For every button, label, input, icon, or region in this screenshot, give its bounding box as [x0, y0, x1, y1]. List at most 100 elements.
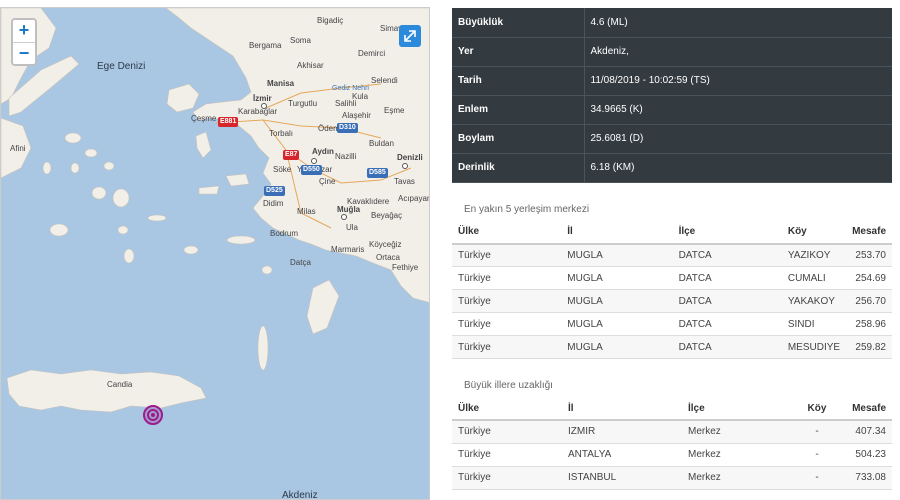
- cell-country: Türkiye: [452, 443, 562, 467]
- map-label-selendi: Selendi: [371, 76, 398, 85]
- map-label-beyagac: Beyağaç: [371, 211, 403, 220]
- map-label-torbali: Torbalı: [269, 129, 294, 138]
- map-label-gediz: Gediz Nehri: [332, 85, 369, 92]
- cell-distance: 254.69: [846, 266, 892, 290]
- cell-village: MESUDIYE: [781, 335, 847, 359]
- cell-province: MUGLA: [561, 266, 673, 290]
- kea-island: [42, 161, 52, 175]
- cell-distance: 253.70: [846, 243, 892, 267]
- info-value: 34.9665 (K): [584, 95, 892, 125]
- column-header-district: İlçe: [682, 397, 792, 421]
- cell-distance: 504.23: [842, 443, 892, 467]
- map-label-fethiye: Fethiye: [392, 263, 419, 272]
- map-label-izmir: İzmir: [253, 94, 272, 103]
- table-header-row: Ülke İl İlçe Köy Mesafe: [452, 397, 892, 421]
- table-row: Türkiye MUGLA DATCA MESUDIYE 259.82: [452, 335, 892, 359]
- map-label-akdeniz: Akdeniz: [282, 490, 318, 500]
- cell-district: DATCA: [672, 312, 782, 336]
- city-marker-izmir: [261, 103, 267, 109]
- cell-province: MUGLA: [561, 335, 673, 359]
- earthquake-marker[interactable]: [143, 405, 163, 425]
- column-header-province: İl: [562, 397, 682, 421]
- cell-district: Merkez: [682, 443, 792, 467]
- column-header-village: Köy: [792, 397, 842, 421]
- karpathos-island: [257, 325, 269, 371]
- major-cities-table: Ülke İl İlçe Köy Mesafe Türkiye IZMIR Me…: [452, 397, 892, 490]
- cell-province: MUGLA: [561, 312, 673, 336]
- map-label-karabaglar: Karabağlar: [238, 107, 278, 116]
- map-label-salihli: Salihli: [335, 99, 357, 108]
- info-row: Boylam 25.6081 (D): [452, 124, 892, 154]
- info-key: Büyüklük: [452, 8, 585, 38]
- cell-province: ANTALYA: [562, 443, 682, 467]
- city-marker-denizli: [402, 163, 408, 169]
- map-label-mugla: Muğla: [337, 205, 361, 214]
- zoom-out-button[interactable]: −: [13, 42, 35, 64]
- cell-province: ISTANBUL: [562, 466, 682, 490]
- table-row: Türkiye MUGLA DATCA SINDI 258.96: [452, 312, 892, 336]
- cell-distance: 407.34: [842, 420, 892, 444]
- zoom-in-button[interactable]: +: [13, 20, 35, 42]
- tinos-island: [84, 148, 98, 158]
- cell-province: MUGLA: [561, 289, 673, 313]
- map-label-milas: Milas: [297, 207, 316, 216]
- map-label-demirci: Demirci: [358, 49, 386, 58]
- milos-island: [49, 223, 69, 237]
- nearest-settlements-table: Ülke İl İlçe Köy Mesafe Türkiye MUGLA DA…: [452, 220, 892, 359]
- map-label-soke: Söke: [273, 165, 292, 174]
- map-label-afini: Afini: [10, 144, 26, 153]
- tilos-island: [261, 265, 273, 275]
- info-key: Tarih: [452, 66, 585, 96]
- city-marker-mugla: [341, 214, 347, 220]
- map-label-akhisar: Akhisar: [297, 61, 324, 70]
- info-row: Büyüklük 4.6 (ML): [452, 8, 892, 38]
- cell-village: -: [792, 466, 842, 490]
- road-shield-d550: D550: [301, 165, 322, 175]
- cell-village: SINDI: [781, 312, 847, 336]
- info-value: Akdeniz,: [584, 37, 892, 67]
- table-row: Türkiye MUGLA DATCA CUMALI 254.69: [452, 266, 892, 290]
- map-label-bergama: Bergama: [249, 41, 282, 50]
- map-label-didim: Didim: [263, 199, 284, 208]
- samos-island: [225, 173, 250, 187]
- fullscreen-button[interactable]: [399, 25, 421, 47]
- column-header-province: İl: [561, 220, 673, 245]
- info-row: Enlem 34.9665 (K): [452, 95, 892, 125]
- cell-district: DATCA: [672, 266, 782, 290]
- rhodes-island: [306, 279, 340, 335]
- naxos-island: [112, 188, 130, 208]
- cell-distance: 258.96: [846, 312, 892, 336]
- map-label-buldan: Buldan: [369, 139, 394, 148]
- cell-district: DATCA: [672, 289, 782, 313]
- column-header-distance: Mesafe: [842, 397, 892, 421]
- map-view[interactable]: + − Ege Denizi Bigadiç Bergama Soma Akhi…: [0, 7, 430, 500]
- map-label-cine: Çine: [319, 177, 336, 186]
- info-key: Boylam: [452, 124, 585, 154]
- road-shield-d310: D310: [337, 123, 358, 133]
- map-label-datca: Datça: [290, 258, 311, 267]
- map-label-esme: Eşme: [384, 106, 405, 115]
- cell-country: Türkiye: [452, 312, 562, 336]
- ikaria-island: [198, 185, 220, 195]
- info-value: 11/08/2019 - 10:02:59 (TS): [584, 66, 892, 96]
- amorgos-island: [147, 214, 167, 222]
- earthquake-details-panel: Büyüklük 4.6 (ML) Yer Akdeniz, Tarih 11/…: [452, 8, 892, 490]
- crete-island: [6, 369, 207, 413]
- map-label-cesme: Çeşme: [191, 114, 217, 123]
- cell-village: CUMALI: [781, 266, 847, 290]
- info-row: Tarih 11/08/2019 - 10:02:59 (TS): [452, 66, 892, 96]
- map-label-acipayam: Acıpayam: [398, 194, 429, 203]
- info-value: 4.6 (ML): [584, 8, 892, 38]
- table-row: Türkiye MUGLA DATCA YAKAKOY 256.70: [452, 289, 892, 313]
- cell-village: YAKAKOY: [781, 289, 847, 313]
- paros-island: [91, 186, 107, 200]
- road-shield-d585: D585: [367, 168, 388, 178]
- column-header-district: İlçe: [672, 220, 782, 245]
- cell-distance: 733.08: [842, 466, 892, 490]
- ios-island: [117, 225, 129, 235]
- map-label-manisa: Manisa: [267, 79, 295, 88]
- earthquake-info-table: Büyüklük 4.6 (ML) Yer Akdeniz, Tarih 11/…: [452, 8, 892, 183]
- cell-district: Merkez: [682, 420, 792, 444]
- cell-province: IZMIR: [562, 420, 682, 444]
- cell-country: Türkiye: [452, 420, 562, 444]
